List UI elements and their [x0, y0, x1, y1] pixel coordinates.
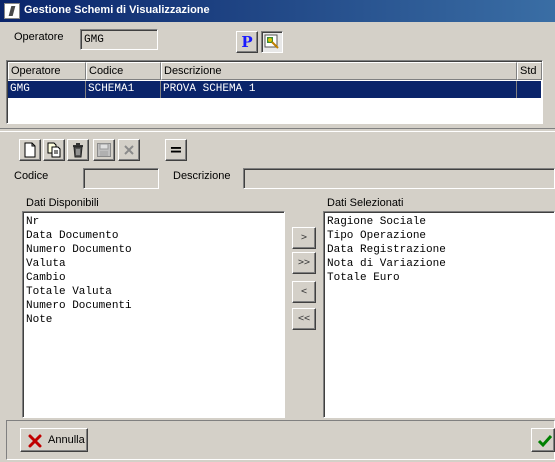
selected-list[interactable]: Ragione Sociale Tipo Operazione Data Reg… — [323, 211, 555, 418]
selected-title: Dati Selezionati — [327, 197, 404, 209]
grid-header-codice[interactable]: Codice — [86, 62, 161, 80]
list-item[interactable]: Numero Documento — [26, 243, 284, 257]
descrizione-field[interactable] — [243, 168, 555, 189]
cell-std — [517, 81, 541, 98]
grid-header-std[interactable]: Std — [517, 62, 542, 80]
table-row[interactable]: GMG SCHEMA1 PROVA SCHEMA 1 — [8, 81, 541, 98]
copy-document-icon — [47, 142, 61, 158]
cell-codice: SCHEMA1 — [86, 81, 161, 98]
app-icon — [4, 3, 20, 19]
equals-button[interactable]: = — [165, 139, 187, 161]
red-x-icon — [28, 434, 42, 448]
cell-descrizione: PROVA SCHEMA 1 — [161, 81, 517, 98]
list-item[interactable]: Totale Euro — [327, 271, 554, 285]
footer-panel — [6, 420, 555, 460]
descrizione-label: Descrizione — [173, 170, 231, 182]
annulla-button[interactable]: Annulla — [20, 428, 88, 452]
grid-header-descrizione[interactable]: Descrizione — [161, 62, 517, 80]
available-title: Dati Disponibili — [26, 197, 99, 209]
codice-label: Codice — [14, 170, 49, 182]
schema-view-button[interactable] — [261, 31, 283, 53]
equals-label: = — [169, 140, 183, 159]
list-item[interactable]: Data Registrazione — [327, 243, 554, 257]
available-list[interactable]: Nr Data Documento Numero Documento Valut… — [22, 211, 285, 418]
trash-icon — [73, 143, 83, 158]
codice-field[interactable] — [83, 168, 159, 189]
list-item[interactable]: Totale Valuta — [26, 285, 284, 299]
grid-header-operatore[interactable]: Operatore — [8, 62, 86, 80]
remove-all-button[interactable]: << — [292, 308, 316, 330]
list-item[interactable]: Nota di Variazione — [327, 257, 554, 271]
annulla-label: Annulla — [48, 434, 85, 446]
confirm-button[interactable] — [531, 428, 555, 452]
schemes-grid[interactable]: Operatore Codice Descrizione Std GMG SCH… — [6, 60, 543, 124]
title-bar[interactable]: Gestione Schemi di Visualizzazione — [0, 0, 555, 22]
p-button[interactable]: P — [236, 31, 258, 53]
save-disk-icon — [97, 143, 111, 157]
operator-label: Operatore — [14, 31, 64, 43]
list-item[interactable]: Valuta — [26, 257, 284, 271]
schema-view-icon — [264, 34, 279, 49]
list-item[interactable]: Cambio — [26, 271, 284, 285]
window-title: Gestione Schemi di Visualizzazione — [24, 4, 210, 16]
list-item[interactable]: Data Documento — [26, 229, 284, 243]
list-item[interactable]: Nr — [26, 215, 284, 229]
add-all-button[interactable]: >> — [292, 252, 316, 274]
copy-button[interactable] — [43, 139, 65, 161]
list-item[interactable]: Ragione Sociale — [327, 215, 554, 229]
list-item[interactable]: Note — [26, 313, 284, 327]
remove-one-button[interactable]: < — [292, 281, 316, 303]
new-button[interactable] — [19, 139, 41, 161]
cancel-edit-button[interactable] — [118, 139, 140, 161]
list-item[interactable]: Numero Documenti — [26, 299, 284, 313]
separator — [0, 128, 555, 132]
new-document-icon — [24, 142, 36, 158]
save-button[interactable] — [93, 139, 115, 161]
delete-button[interactable] — [67, 139, 89, 161]
operator-field[interactable]: GMG — [80, 29, 158, 50]
add-one-button[interactable]: > — [292, 227, 316, 249]
p-button-label: P — [241, 33, 253, 51]
disabled-cancel-icon — [124, 145, 134, 155]
list-item[interactable]: Tipo Operazione — [327, 229, 554, 243]
cell-operatore: GMG — [8, 81, 86, 98]
green-check-icon — [537, 435, 553, 448]
